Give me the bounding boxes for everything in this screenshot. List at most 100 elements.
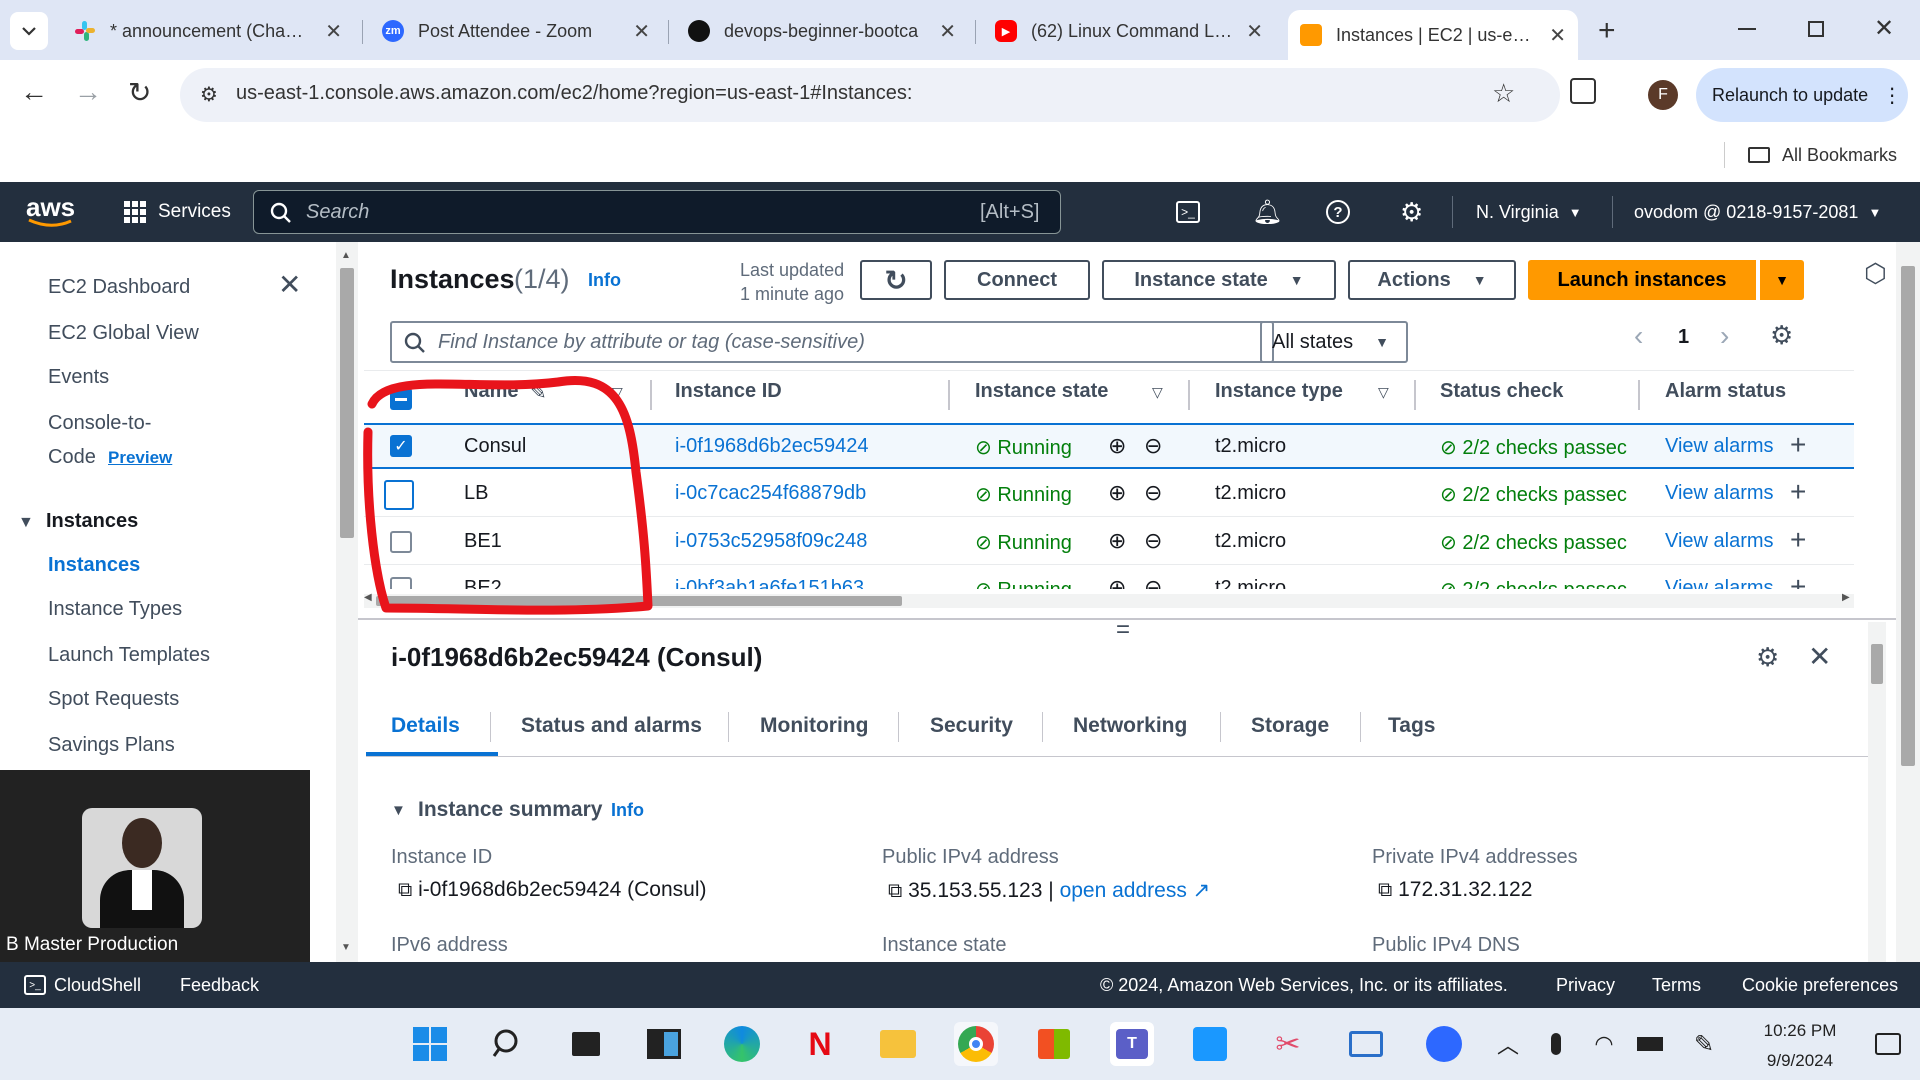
caret-down-icon[interactable]: ▼: [18, 514, 34, 532]
tab-networking[interactable]: Networking: [1073, 714, 1187, 738]
tab-security[interactable]: Security: [930, 714, 1013, 738]
relaunch-button[interactable]: Relaunch to update ⋮: [1696, 68, 1908, 122]
hexagon-panel-icon[interactable]: ⬡: [1864, 258, 1887, 289]
aws-logo[interactable]: aws: [26, 182, 75, 242]
reload-icon[interactable]: ↻: [128, 76, 151, 109]
prime-video-icon[interactable]: [1188, 1022, 1232, 1066]
extensions-icon[interactable]: [1570, 78, 1596, 104]
actions-button[interactable]: Actions ▼: [1348, 260, 1516, 300]
tab-status-and-alarms[interactable]: Status and alarms: [521, 714, 702, 738]
zoom-in-icon[interactable]: ⊕: [1108, 528, 1126, 554]
cookie-preferences-link[interactable]: Cookie preferences: [1742, 962, 1898, 1008]
next-page-icon[interactable]: ›: [1720, 320, 1729, 352]
file-explorer-icon[interactable]: [876, 1022, 920, 1066]
add-alarm-icon[interactable]: +: [1790, 476, 1806, 508]
netflix-icon[interactable]: N: [798, 1022, 842, 1066]
caret-down-icon[interactable]: ▼: [391, 802, 406, 819]
microsoft-store-icon[interactable]: [1032, 1022, 1076, 1066]
tab-search-button[interactable]: [10, 12, 48, 50]
close-sidebar-icon[interactable]: ✕: [278, 268, 301, 301]
minimize-icon[interactable]: [1738, 28, 1756, 30]
account-menu[interactable]: ovodom @ 0218-9157-2081 ▼: [1634, 182, 1881, 242]
feedback-link[interactable]: Feedback: [180, 962, 259, 1008]
sidebar-section-instances[interactable]: Instances: [46, 510, 138, 533]
browser-tab-ec2[interactable]: Instances | EC2 | us-east- ✕: [1288, 10, 1578, 60]
close-icon[interactable]: ✕: [939, 19, 956, 44]
aws-search-input[interactable]: Search [Alt+S]: [253, 190, 1061, 234]
sidebar-item-console-to-code[interactable]: Console-to-: [48, 412, 151, 435]
widgets-icon[interactable]: [642, 1022, 686, 1066]
sidebar-item-instance-types[interactable]: Instance Types: [48, 598, 182, 621]
details-close-icon[interactable]: ✕: [1808, 640, 1831, 673]
sidebar-item-events[interactable]: Events: [48, 366, 109, 389]
page-number[interactable]: 1: [1678, 326, 1689, 349]
sidebar-item-ec2-dashboard[interactable]: EC2 Dashboard: [48, 276, 190, 299]
launch-dropdown-button[interactable]: ▼: [1760, 260, 1804, 300]
view-alarms-link[interactable]: View alarms: [1665, 435, 1774, 458]
view-alarms-link[interactable]: View alarms: [1665, 577, 1774, 589]
search-icon[interactable]: [486, 1022, 530, 1066]
settings-gear-icon[interactable]: ⚙: [1400, 182, 1423, 242]
sidebar-item-savings-plans[interactable]: Savings Plans: [48, 734, 175, 757]
details-settings-gear-icon[interactable]: ⚙: [1756, 642, 1779, 673]
copy-icon[interactable]: ⧉: [1378, 879, 1392, 901]
col-header-alarm-status[interactable]: Alarm status: [1665, 380, 1786, 403]
show-hidden-icons[interactable]: ︿: [1486, 1022, 1530, 1066]
forward-icon[interactable]: →: [74, 76, 102, 108]
bell-icon[interactable]: 🔔︎: [1252, 182, 1282, 242]
bookmark-star-icon[interactable]: ☆: [1492, 78, 1515, 109]
preview-badge[interactable]: Preview: [108, 448, 172, 468]
sidebar-item-instances[interactable]: Instances: [48, 554, 140, 577]
clock[interactable]: 10:26 PM 9/9/2024: [1740, 1016, 1860, 1076]
split-panel-drag-handle[interactable]: =: [1116, 616, 1130, 644]
zoom-out-icon[interactable]: ⊖: [1144, 528, 1162, 554]
sidebar-item-spot-requests[interactable]: Spot Requests: [48, 688, 179, 711]
states-filter-select[interactable]: All states ▼: [1260, 321, 1408, 363]
services-menu[interactable]: Services: [124, 182, 231, 242]
scrollbar-thumb[interactable]: [340, 268, 354, 538]
close-icon[interactable]: ✕: [1246, 19, 1263, 44]
task-view-icon[interactable]: [564, 1022, 608, 1066]
instance-summary-heading[interactable]: Instance summary: [418, 798, 602, 822]
tab-tags[interactable]: Tags: [1388, 714, 1435, 738]
copy-icon[interactable]: ⧉: [398, 879, 412, 901]
profile-avatar[interactable]: F: [1648, 80, 1678, 110]
zoom-in-icon[interactable]: ⊕: [1108, 575, 1126, 589]
cloudshell-footer-button[interactable]: >_ CloudShell: [24, 962, 141, 1008]
tab-details[interactable]: Details: [391, 714, 460, 738]
edge-icon[interactable]: [720, 1022, 764, 1066]
external-link-icon[interactable]: ↗: [1193, 879, 1211, 902]
notifications-icon[interactable]: [1866, 1022, 1910, 1066]
wifi-icon[interactable]: ◠: [1582, 1022, 1626, 1066]
sidebar-scrollbar[interactable]: ▲ ▼: [336, 242, 358, 962]
close-window-icon[interactable]: ✕: [1874, 14, 1894, 43]
scrollbar-thumb[interactable]: [1871, 644, 1883, 684]
prev-page-icon[interactable]: ‹: [1634, 320, 1643, 352]
new-tab-icon[interactable]: +: [1598, 14, 1616, 48]
summary-info-link[interactable]: Info: [611, 800, 644, 821]
zoom-app-icon[interactable]: [1422, 1022, 1466, 1066]
browser-tab-github[interactable]: devops-beginner-bootca ✕: [676, 8, 968, 54]
sidebar-item-global-view[interactable]: EC2 Global View: [48, 322, 199, 345]
url-text[interactable]: us-east-1.console.aws.amazon.com/ec2/hom…: [236, 82, 912, 105]
add-alarm-icon[interactable]: +: [1790, 571, 1806, 589]
zoom-out-icon[interactable]: ⊖: [1144, 480, 1162, 506]
view-alarms-link[interactable]: View alarms: [1665, 530, 1774, 553]
browser-tab-slack[interactable]: * announcement (Channe ✕: [62, 8, 354, 54]
terms-link[interactable]: Terms: [1652, 962, 1701, 1008]
add-alarm-icon[interactable]: +: [1790, 429, 1806, 461]
details-scrollbar[interactable]: [1868, 622, 1886, 962]
privacy-link[interactable]: Privacy: [1556, 962, 1615, 1008]
sidebar-item-console-to-code-2[interactable]: Code: [48, 446, 96, 469]
add-alarm-icon[interactable]: +: [1790, 524, 1806, 556]
omnibox[interactable]: ⚙ us-east-1.console.aws.amazon.com/ec2/h…: [180, 68, 1560, 122]
open-address-link[interactable]: open address: [1060, 879, 1187, 902]
zoom-out-icon[interactable]: ⊖: [1144, 433, 1162, 459]
close-icon[interactable]: ✕: [325, 19, 342, 44]
close-icon[interactable]: ✕: [633, 19, 650, 44]
instance-state-button[interactable]: Instance state ▼: [1102, 260, 1336, 300]
tab-storage[interactable]: Storage: [1251, 714, 1329, 738]
view-alarms-link[interactable]: View alarms: [1665, 482, 1774, 505]
zoom-in-icon[interactable]: ⊕: [1108, 480, 1126, 506]
chrome-icon[interactable]: [954, 1022, 998, 1066]
